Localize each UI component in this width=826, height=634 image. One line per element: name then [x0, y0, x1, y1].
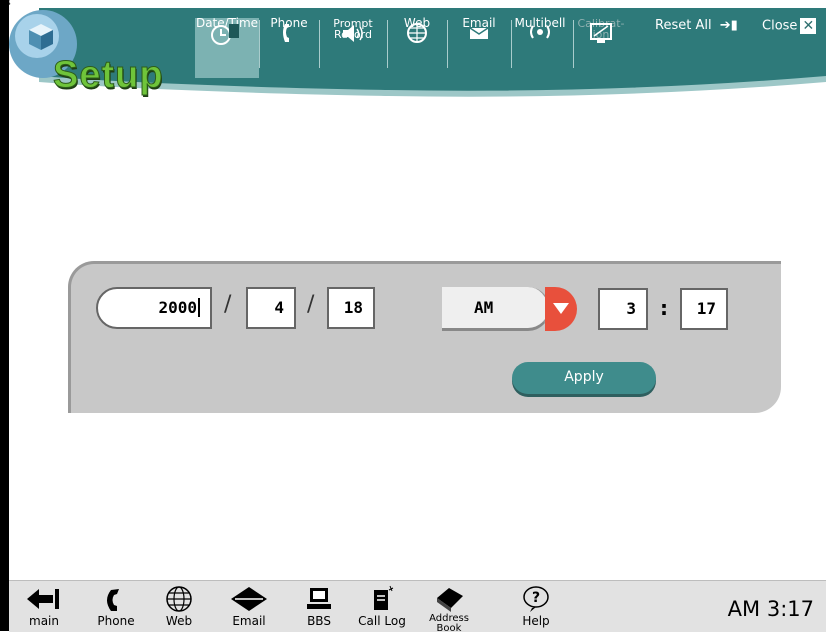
- taskbar-item-email[interactable]: Email: [223, 584, 275, 628]
- taskbar-label: main: [29, 614, 59, 628]
- date-separator: /: [224, 292, 232, 317]
- month-input[interactable]: 4: [246, 287, 296, 329]
- globe-icon: [166, 586, 192, 612]
- date-time-panel: [68, 261, 781, 413]
- arrow-left-icon: [27, 589, 59, 609]
- taskbar-label: Address Book: [429, 613, 469, 634]
- tab-divider: [387, 20, 388, 68]
- taskbar-label: Call Log: [358, 614, 406, 628]
- day-input[interactable]: 18: [327, 287, 375, 329]
- taskbar-item-phone[interactable]: Phone: [89, 584, 143, 628]
- address-book-icon: [437, 588, 463, 612]
- globe-icon: [407, 23, 427, 43]
- header-bar: Setup Date/Time Phone Prompt Record W: [9, 8, 826, 98]
- computer-icon: [307, 588, 331, 609]
- close-icon: ✕: [800, 18, 817, 34]
- tab-web[interactable]: Web: [389, 17, 445, 78]
- taskbar-item-bbs[interactable]: BBS: [297, 584, 341, 628]
- taskbar-label: Email: [232, 614, 266, 628]
- tab-divider: [319, 20, 320, 68]
- reset-all-label: Reset All: [655, 18, 712, 33]
- apply-button[interactable]: Apply: [512, 362, 656, 394]
- call-log-icon: [374, 585, 394, 610]
- speaker-icon: [343, 25, 363, 42]
- tab-email[interactable]: Email: [451, 17, 507, 78]
- taskbar-label: Help: [522, 614, 550, 628]
- clock-icon: [211, 24, 239, 45]
- phone-icon: [107, 589, 119, 611]
- taskbar-label: Web: [165, 614, 193, 628]
- tab-divider: [447, 20, 448, 68]
- envelope-icon: [231, 587, 267, 611]
- help-icon: ?: [523, 586, 549, 612]
- taskbar-item-address-book[interactable]: Address Book: [417, 584, 481, 634]
- year-input[interactable]: 2000: [96, 287, 212, 329]
- tab-divider: [573, 20, 574, 68]
- tab-date-time[interactable]: Date/Time: [195, 17, 259, 78]
- date-separator: /: [307, 292, 315, 317]
- ampm-select[interactable]: AM: [442, 287, 550, 331]
- minute-input[interactable]: 17: [680, 288, 728, 330]
- app-title: Setup: [53, 54, 164, 97]
- monitor-icon: [590, 23, 612, 43]
- bell-waves-icon: [530, 25, 550, 39]
- taskbar-item-web[interactable]: Web: [155, 584, 203, 628]
- window-frame: [0, 0, 9, 631]
- phone-icon: [283, 24, 289, 42]
- clock-display: AM 3:17: [727, 597, 814, 621]
- envelope-icon: [469, 27, 489, 39]
- tab-divider: [259, 20, 260, 68]
- hour-input[interactable]: 3: [598, 288, 648, 330]
- taskbar-label: Phone: [97, 614, 135, 628]
- close-button[interactable]: Close ✕: [762, 18, 817, 34]
- taskbar-item-call-log[interactable]: Call Log: [353, 584, 411, 628]
- tab-multibell[interactable]: Multibell: [509, 17, 571, 78]
- close-label: Close: [762, 18, 798, 34]
- taskbar-item-main[interactable]: main: [19, 584, 69, 628]
- tab-prompt-record[interactable]: Prompt Record: [321, 18, 383, 78]
- taskbar-label: BBS: [307, 614, 331, 628]
- year-value: 2000: [158, 298, 197, 317]
- svg-text:?: ?: [532, 590, 540, 606]
- taskbar: main Phone Web Email BBS Call Log Addres…: [9, 580, 826, 634]
- reset-all-button[interactable]: Reset All ➔▮: [655, 18, 738, 33]
- tab-calibration: Calibrat-ion: [575, 18, 627, 78]
- time-separator: :: [660, 296, 668, 320]
- reset-arrow-icon: ➔▮: [719, 18, 738, 33]
- tab-phone[interactable]: Phone: [261, 17, 317, 78]
- taskbar-item-help[interactable]: ? Help: [511, 584, 561, 628]
